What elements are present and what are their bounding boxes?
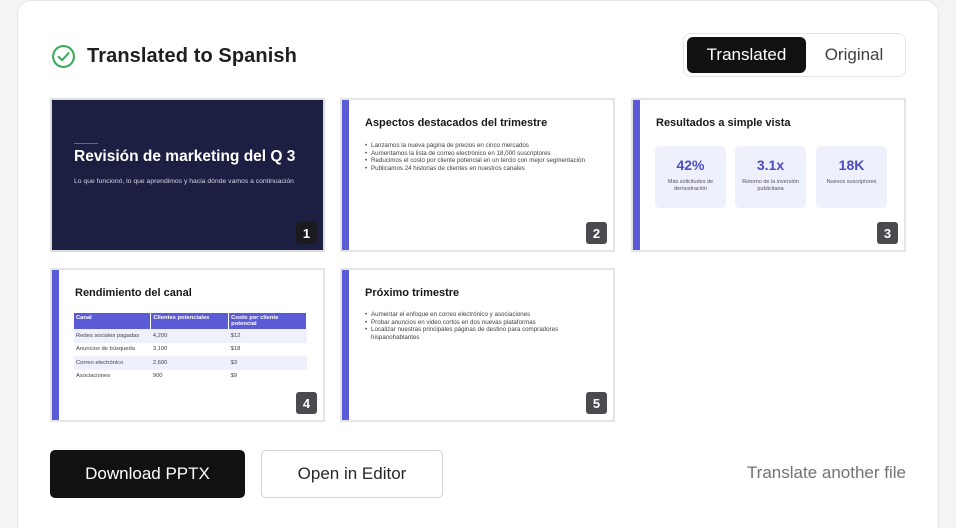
slide-title: Rendimiento del canal	[75, 287, 192, 299]
stat-card: 18K Nuevos suscriptores	[816, 146, 887, 208]
slide-thumbnail-3[interactable]: Resultados a simple vista 42% Más solici…	[631, 98, 906, 252]
table-cell: Anuncios de búsqueda	[76, 346, 135, 353]
slide-subtitle: Lo que funcionó, lo que aprendimos y hac…	[74, 178, 294, 185]
stat-value: 3.1x	[756, 157, 785, 173]
bullet-item: Publicamos 24 historias de clientes en n…	[365, 165, 597, 173]
column-header: Costo por cliente potencial	[228, 313, 307, 329]
column-header: Clientes potenciales	[150, 313, 230, 329]
table-cell: 4,200	[150, 329, 229, 343]
slide-accent-bar	[52, 270, 59, 420]
column-header: Canal	[74, 313, 152, 329]
slide-number-badge: 1	[296, 222, 317, 244]
bullet-item: Localizar nuestras principales páginas d…	[365, 326, 597, 341]
slide-number-badge: 5	[586, 392, 607, 414]
header: Translated to Spanish	[51, 42, 297, 70]
table-row: Redes sociales pagadas 4,200 $12	[74, 329, 307, 343]
open-in-editor-button[interactable]: Open in Editor	[261, 450, 443, 498]
bullet-item: Reducimos el costo por cliente potencial…	[365, 157, 597, 165]
slide-thumbnail-5[interactable]: Próximo trimestre Aumentar el enfoque en…	[340, 268, 615, 422]
bullet-item: Aumentar el enfoque en correo electrónic…	[365, 311, 597, 319]
slide-thumbnail-4[interactable]: Rendimiento del canal Canal Clientes pot…	[50, 268, 325, 422]
stat-label: Retorno de la inversión publicitaria	[742, 179, 799, 192]
slide-title: Aspectos destacados del trimestre	[365, 117, 548, 129]
table-cell: 3,100	[152, 346, 168, 353]
slide-number-badge: 2	[586, 222, 607, 244]
slide-thumbnail-2[interactable]: Aspectos destacados del trimestre Lanzam…	[340, 98, 615, 252]
stat-value: 42%	[676, 157, 705, 173]
bullet-item: Lanzamos la nueva página de precios en c…	[365, 142, 597, 150]
slide-title: Próximo trimestre	[365, 287, 460, 299]
result-card	[17, 0, 939, 528]
tab-original[interactable]: Original	[806, 37, 902, 73]
table-cell: $12	[228, 329, 307, 343]
table-header-row: Canal Clientes potenciales Costo por cli…	[74, 313, 307, 329]
slide-accent-bar	[633, 100, 640, 250]
table-cell: 900	[152, 373, 163, 380]
bullet-item: Probar anuncios en video cortos en dos n…	[365, 319, 597, 327]
slide-number-badge: 4	[296, 392, 317, 414]
table-cell: Asociaciones	[76, 373, 111, 380]
stat-value: 18K	[838, 157, 865, 173]
table-cell: $18	[230, 346, 241, 353]
table-cell: Correo electrónico	[74, 356, 151, 370]
download-pptx-button[interactable]: Download PPTX	[50, 450, 245, 498]
bullet-list: Aumentar el enfoque en correo electrónic…	[365, 311, 597, 341]
table-cell: 2,600	[150, 356, 229, 370]
table-cell: $9	[230, 373, 238, 380]
slide-accent-bar	[342, 270, 349, 420]
slide-thumbnail-1[interactable]: Revisión de marketing del Q 3 Lo que fun…	[50, 98, 325, 252]
table-cell: $3	[228, 356, 307, 370]
stat-label: Nuevos suscriptores	[826, 179, 877, 185]
table-row: Anuncios de búsqueda 3,100 $18	[74, 343, 307, 357]
translate-another-file-link[interactable]: Translate another file	[747, 463, 906, 483]
check-circle-icon	[52, 44, 75, 68]
slide-title: Resultados a simple vista	[656, 117, 791, 129]
table-row: Correo electrónico 2,600 $3	[74, 356, 307, 370]
stat-label: Más solicitudes de demostración	[667, 179, 714, 192]
stat-card: 42% Más solicitudes de demostración	[655, 146, 726, 208]
tab-translated[interactable]: Translated	[687, 37, 806, 73]
slide-title: Revisión de marketing del Q 3	[74, 148, 296, 165]
channel-table: Canal Clientes potenciales Costo por cli…	[74, 313, 307, 383]
bullet-list: Lanzamos la nueva página de precios en c…	[365, 142, 597, 172]
page-title: Translated to Spanish	[87, 44, 297, 67]
bullet-item: Aumentamos la lista de correo electrónic…	[365, 150, 597, 158]
stat-card: 3.1x Retorno de la inversión publicitari…	[735, 146, 806, 208]
table-row: Asociaciones 900 $9	[74, 370, 307, 384]
slide-number-badge: 3	[877, 222, 898, 244]
cover-accent-line	[74, 143, 98, 144]
table-cell: Redes sociales pagadas	[74, 329, 151, 343]
view-toggle: Translated Original	[683, 33, 906, 77]
slide-accent-bar	[342, 100, 349, 250]
